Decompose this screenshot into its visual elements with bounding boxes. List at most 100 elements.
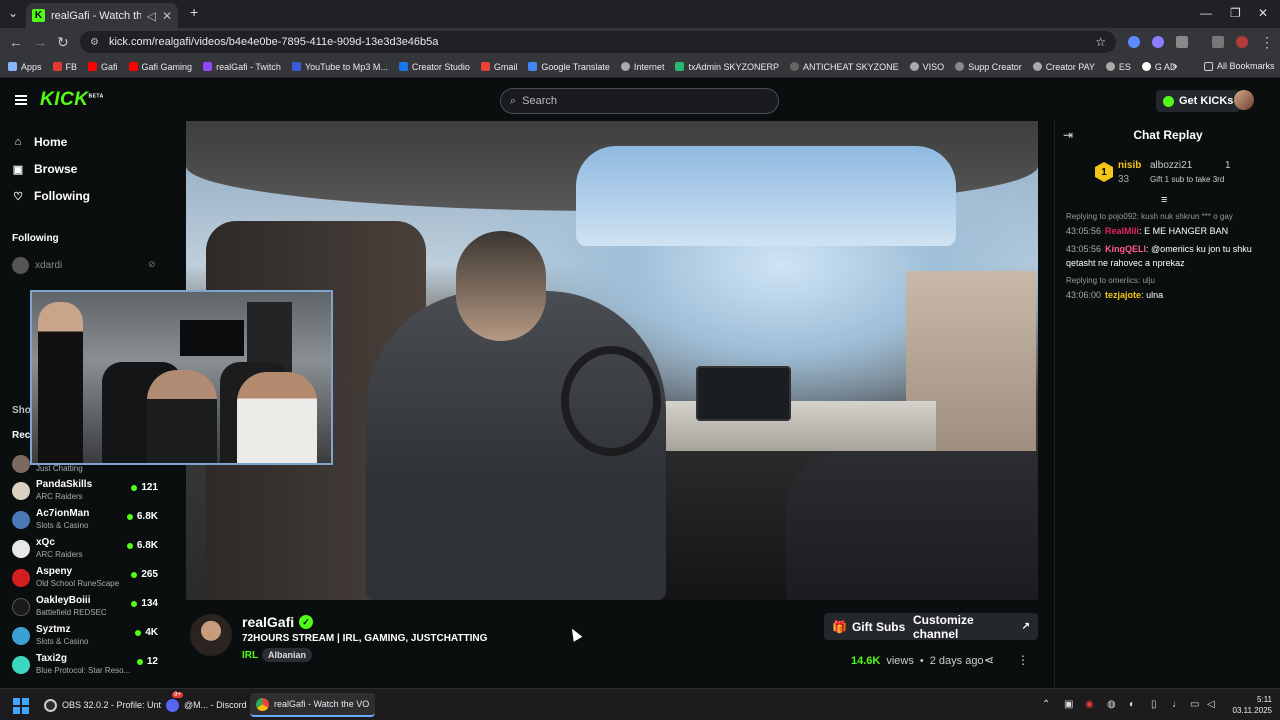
- bookmark-yt-mp3[interactable]: YouTube to Mp3 M...: [291, 62, 388, 72]
- leaderboard-user-2[interactable]: albozzi21: [1150, 160, 1192, 171]
- channel-name: xQc: [36, 537, 55, 548]
- bookmark-gafi-gaming[interactable]: Gafi Gaming: [128, 62, 192, 72]
- sidebar-item-following[interactable]: ♡ Following: [12, 189, 90, 203]
- user-avatar[interactable]: [1234, 90, 1254, 110]
- live-dot-icon: [131, 571, 138, 578]
- reload-icon[interactable]: ↻: [57, 34, 69, 51]
- rank-badge-icon: 1: [1095, 162, 1113, 182]
- cam-scene-person-2: [147, 370, 217, 463]
- minimize-icon[interactable]: —: [1200, 6, 1212, 20]
- tray-battery-icon[interactable]: ▯: [1151, 699, 1157, 710]
- reading-list-icon[interactable]: [1212, 36, 1224, 48]
- chat-message: Replying to pojo092: kush nuk shkrun ***…: [1066, 210, 1276, 238]
- close-window-icon[interactable]: ✕: [1258, 6, 1268, 20]
- bookmark-supp-creator[interactable]: Supp Creator: [955, 62, 1022, 72]
- hamburger-menu-icon[interactable]: [15, 95, 27, 105]
- bookmark-viso[interactable]: VISO: [909, 62, 944, 72]
- back-icon[interactable]: ←: [9, 34, 23, 50]
- browser-tab-active[interactable]: K realGafi - Watch the VOD o ◁ ✕: [26, 3, 178, 28]
- chat-title: Chat Replay: [1133, 128, 1203, 142]
- tray-mic-icon[interactable]: ♩: [1172, 699, 1182, 710]
- kick-logo[interactable]: KICKBETA: [40, 89, 104, 111]
- reply-context: Replying to omeriics: ulju: [1066, 276, 1155, 285]
- tray-network-icon[interactable]: ▭: [1190, 699, 1199, 710]
- recommended-channel-oakleyboiii[interactable]: OakleyBoiii Battlefield REDSEC 134: [12, 593, 162, 621]
- system-clock[interactable]: 5:11 03.11.2025: [1220, 694, 1272, 716]
- bookmark-star-icon[interactable]: ☆: [1095, 35, 1106, 49]
- recommended-channel-aspeny[interactable]: Aspeny Old School RuneScape 265: [12, 564, 162, 592]
- language-tag[interactable]: Albanian: [262, 648, 313, 662]
- bookmark-twitch[interactable]: realGafi - Twitch: [203, 62, 281, 72]
- profile-icon[interactable]: [1236, 36, 1248, 48]
- more-options-icon[interactable]: ⋮: [1017, 653, 1029, 667]
- bookmark-fb[interactable]: FB: [52, 62, 77, 72]
- new-tab-icon[interactable]: +: [190, 4, 198, 20]
- bookmark-gmail[interactable]: Gmail: [480, 62, 517, 72]
- leaderboard-user[interactable]: nisib: [1118, 160, 1141, 171]
- extensions-puzzle-icon[interactable]: [1176, 36, 1188, 48]
- chat-message: 43:05:56 KingQELI: @omeriics ku jon tu sh…: [1066, 242, 1276, 270]
- beta-label: BETA: [88, 93, 104, 100]
- kick-header: KICKBETA ⌕ Search Get KICKs: [0, 80, 1280, 120]
- extension-icon-1[interactable]: [1128, 36, 1140, 48]
- task-obs[interactable]: OBS 32.0.2 - Profile: Unt: [38, 693, 167, 717]
- bookmark-google-translate[interactable]: Google Translate: [528, 62, 610, 72]
- bookmark-txadmin[interactable]: txAdmin SKYZONERP: [675, 62, 779, 72]
- leaderboard-count: 33: [1118, 174, 1130, 185]
- bookmark-es[interactable]: ES: [1105, 62, 1131, 72]
- bookmark-creator-pay[interactable]: Creator PAY: [1032, 62, 1095, 72]
- tray-discord-icon[interactable]: ◍: [1107, 699, 1116, 710]
- channel-name: Syztmz: [36, 624, 71, 635]
- forward-icon[interactable]: →: [33, 34, 47, 50]
- recommended-channel-xqc[interactable]: xQc ARC Raiders 6.8K: [12, 535, 162, 563]
- message-username[interactable]: RealMili: [1105, 226, 1139, 236]
- filter-icon[interactable]: ≡: [1161, 194, 1167, 206]
- message-username[interactable]: tezjajote: [1105, 290, 1141, 300]
- channel-category: Blue Protocol: Star Reso...: [36, 666, 131, 675]
- recommended-channel-ac7ionman[interactable]: Ac7ionMan Slots & Casino 6.8K: [12, 506, 162, 534]
- maximize-icon[interactable]: ❐: [1230, 6, 1241, 20]
- task-chrome[interactable]: realGafi - Watch the VO: [250, 693, 376, 717]
- customize-channel-button[interactable]: Customize channel ↗: [905, 613, 1038, 641]
- share-icon[interactable]: ⋖: [984, 653, 994, 667]
- bookmark-anticheat[interactable]: ANTICHEAT SKYZONE: [789, 62, 899, 72]
- address-bar[interactable]: ⚙ kick.com/realgafi/videos/b4e4e0be-7895…: [80, 31, 1116, 53]
- extension-icon-2[interactable]: [1152, 36, 1164, 48]
- bookmark-creator-studio[interactable]: Creator Studio: [398, 62, 470, 72]
- sidebar-item-browse[interactable]: ▣ Browse: [12, 162, 78, 176]
- bookmark-internet[interactable]: Internet: [620, 62, 664, 72]
- tray-app-icon[interactable]: ▣: [1064, 699, 1073, 710]
- recommended-channel-taxi2g[interactable]: Taxi2g Blue Protocol: Star Reso... 12: [12, 651, 162, 679]
- tray-antivirus-icon[interactable]: ◉: [1085, 699, 1094, 710]
- tray-expand-icon[interactable]: ⌃: [1042, 699, 1050, 710]
- link-icon: [955, 62, 965, 71]
- windows-start-icon[interactable]: [13, 698, 29, 714]
- webcam-overlay[interactable]: [30, 290, 333, 465]
- tab-search-icon[interactable]: ⌄: [8, 6, 18, 20]
- recommended-channel-pandaskills[interactable]: PandaSkills ARC Raiders 121: [12, 477, 162, 505]
- speaker-icon[interactable]: ◁: [147, 9, 156, 23]
- channel-avatar[interactable]: [190, 614, 232, 656]
- tab-close-icon[interactable]: ✕: [162, 9, 172, 23]
- recommended-channel-syztmz[interactable]: Syztmz Slots & Casino 4K: [12, 622, 162, 650]
- sidebar-item-home[interactable]: ⌂ Home: [12, 135, 68, 149]
- get-kicks-button[interactable]: Get KICKs: [1156, 90, 1241, 112]
- folder-icon: [1204, 61, 1213, 71]
- all-bookmarks[interactable]: All Bookmarks: [1204, 61, 1275, 71]
- message-username[interactable]: KingQELI: [1105, 244, 1146, 254]
- bookmark-apps[interactable]: Apps: [8, 62, 42, 72]
- bookmark-gafi[interactable]: Gafi: [88, 62, 118, 72]
- channel-name[interactable]: realGafi: [242, 614, 294, 630]
- category-link[interactable]: IRL: [242, 650, 258, 661]
- search-input[interactable]: ⌕ Search: [500, 88, 779, 114]
- more-bookmarks-icon[interactable]: »: [1172, 61, 1178, 72]
- gift-sub-prompt[interactable]: Gift 1 sub to take 3rd: [1150, 175, 1224, 184]
- tray-volume-icon[interactable]: ◁: [1207, 699, 1215, 710]
- tray-app-icon-2[interactable]: ◐: [1129, 699, 1135, 710]
- site-info-icon[interactable]: ⚙: [90, 37, 99, 48]
- avatar: [12, 455, 30, 473]
- gift-subs-button[interactable]: 🎁 Gift Subs: [824, 613, 914, 640]
- meta-icon: [398, 62, 408, 71]
- following-channel-xdardi[interactable]: xdardi: [12, 257, 62, 274]
- menu-kebab-icon[interactable]: ⋮: [1260, 34, 1274, 51]
